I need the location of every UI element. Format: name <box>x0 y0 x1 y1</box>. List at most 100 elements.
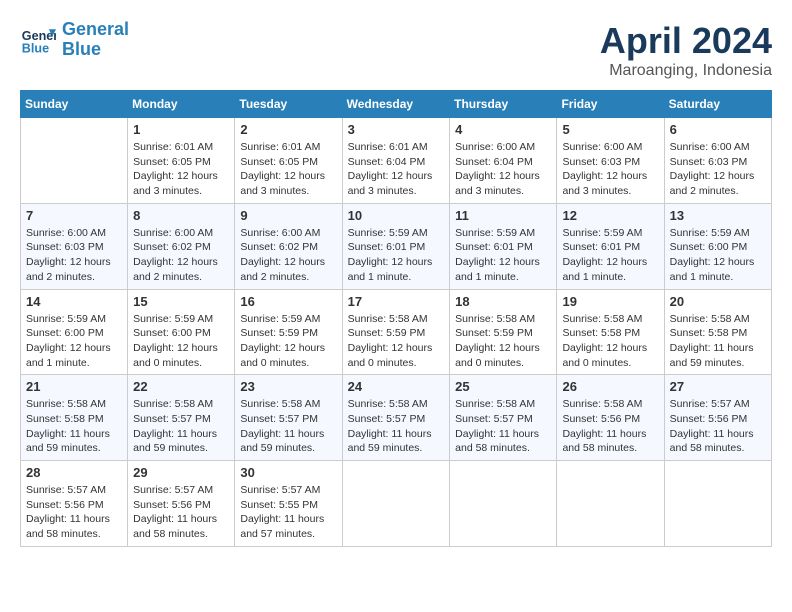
day-info: Sunrise: 5:59 AM Sunset: 6:01 PM Dayligh… <box>348 226 445 285</box>
title-area: April 2024 Maroanging, Indonesia <box>600 20 772 80</box>
day-info: Sunrise: 5:57 AM Sunset: 5:56 PM Dayligh… <box>133 483 229 542</box>
day-info: Sunrise: 5:58 AM Sunset: 5:57 PM Dayligh… <box>348 397 445 456</box>
calendar-cell: 27 Sunrise: 5:57 AM Sunset: 5:56 PM Dayl… <box>664 375 771 461</box>
day-info: Sunrise: 5:58 AM Sunset: 5:59 PM Dayligh… <box>455 312 551 371</box>
day-info: Sunrise: 6:00 AM Sunset: 6:03 PM Dayligh… <box>26 226 122 285</box>
day-number: 20 <box>670 294 766 309</box>
day-number: 23 <box>240 379 336 394</box>
day-number: 14 <box>26 294 122 309</box>
day-number: 9 <box>240 208 336 223</box>
calendar-cell: 9 Sunrise: 6:00 AM Sunset: 6:02 PM Dayli… <box>235 203 342 289</box>
day-info: Sunrise: 6:00 AM Sunset: 6:02 PM Dayligh… <box>240 226 336 285</box>
day-info: Sunrise: 5:58 AM Sunset: 5:56 PM Dayligh… <box>562 397 658 456</box>
logo-icon: General Blue <box>20 22 56 58</box>
week-row-3: 14 Sunrise: 5:59 AM Sunset: 6:00 PM Dayl… <box>21 289 772 375</box>
weekday-header-row: SundayMondayTuesdayWednesdayThursdayFrid… <box>21 91 772 118</box>
day-info: Sunrise: 6:00 AM Sunset: 6:03 PM Dayligh… <box>562 140 658 199</box>
day-number: 15 <box>133 294 229 309</box>
calendar-cell: 5 Sunrise: 6:00 AM Sunset: 6:03 PM Dayli… <box>557 118 664 204</box>
calendar-cell: 16 Sunrise: 5:59 AM Sunset: 5:59 PM Dayl… <box>235 289 342 375</box>
weekday-header-thursday: Thursday <box>450 91 557 118</box>
calendar-cell: 26 Sunrise: 5:58 AM Sunset: 5:56 PM Dayl… <box>557 375 664 461</box>
calendar-cell: 24 Sunrise: 5:58 AM Sunset: 5:57 PM Dayl… <box>342 375 450 461</box>
day-number: 19 <box>562 294 658 309</box>
day-number: 4 <box>455 122 551 137</box>
day-number: 2 <box>240 122 336 137</box>
calendar-cell: 17 Sunrise: 5:58 AM Sunset: 5:59 PM Dayl… <box>342 289 450 375</box>
day-info: Sunrise: 5:58 AM Sunset: 5:58 PM Dayligh… <box>670 312 766 371</box>
week-row-4: 21 Sunrise: 5:58 AM Sunset: 5:58 PM Dayl… <box>21 375 772 461</box>
calendar-cell <box>557 461 664 547</box>
day-number: 12 <box>562 208 658 223</box>
calendar-cell: 30 Sunrise: 5:57 AM Sunset: 5:55 PM Dayl… <box>235 461 342 547</box>
day-info: Sunrise: 6:01 AM Sunset: 6:05 PM Dayligh… <box>240 140 336 199</box>
day-info: Sunrise: 5:59 AM Sunset: 5:59 PM Dayligh… <box>240 312 336 371</box>
weekday-header-friday: Friday <box>557 91 664 118</box>
day-number: 10 <box>348 208 445 223</box>
logo: General Blue General Blue <box>20 20 129 60</box>
month-title: April 2024 <box>600 20 772 62</box>
day-number: 7 <box>26 208 122 223</box>
day-info: Sunrise: 5:58 AM Sunset: 5:58 PM Dayligh… <box>26 397 122 456</box>
day-number: 18 <box>455 294 551 309</box>
calendar-cell <box>342 461 450 547</box>
calendar-cell: 11 Sunrise: 5:59 AM Sunset: 6:01 PM Dayl… <box>450 203 557 289</box>
day-number: 21 <box>26 379 122 394</box>
weekday-header-tuesday: Tuesday <box>235 91 342 118</box>
day-info: Sunrise: 6:00 AM Sunset: 6:04 PM Dayligh… <box>455 140 551 199</box>
calendar-cell: 22 Sunrise: 5:58 AM Sunset: 5:57 PM Dayl… <box>128 375 235 461</box>
day-info: Sunrise: 5:59 AM Sunset: 6:00 PM Dayligh… <box>670 226 766 285</box>
calendar-cell: 18 Sunrise: 5:58 AM Sunset: 5:59 PM Dayl… <box>450 289 557 375</box>
calendar-body: 1 Sunrise: 6:01 AM Sunset: 6:05 PM Dayli… <box>21 118 772 547</box>
calendar-cell: 2 Sunrise: 6:01 AM Sunset: 6:05 PM Dayli… <box>235 118 342 204</box>
day-number: 8 <box>133 208 229 223</box>
day-number: 29 <box>133 465 229 480</box>
calendar-cell: 19 Sunrise: 5:58 AM Sunset: 5:58 PM Dayl… <box>557 289 664 375</box>
calendar-cell: 23 Sunrise: 5:58 AM Sunset: 5:57 PM Dayl… <box>235 375 342 461</box>
calendar-cell: 6 Sunrise: 6:00 AM Sunset: 6:03 PM Dayli… <box>664 118 771 204</box>
day-number: 6 <box>670 122 766 137</box>
day-info: Sunrise: 5:58 AM Sunset: 5:57 PM Dayligh… <box>133 397 229 456</box>
logo-blue: Blue <box>62 39 101 59</box>
day-info: Sunrise: 5:57 AM Sunset: 5:56 PM Dayligh… <box>670 397 766 456</box>
week-row-1: 1 Sunrise: 6:01 AM Sunset: 6:05 PM Dayli… <box>21 118 772 204</box>
header: General Blue General Blue April 2024 Mar… <box>20 20 772 80</box>
calendar-cell: 4 Sunrise: 6:00 AM Sunset: 6:04 PM Dayli… <box>450 118 557 204</box>
calendar-cell: 20 Sunrise: 5:58 AM Sunset: 5:58 PM Dayl… <box>664 289 771 375</box>
day-number: 24 <box>348 379 445 394</box>
calendar-cell <box>21 118 128 204</box>
calendar-header: SundayMondayTuesdayWednesdayThursdayFrid… <box>21 91 772 118</box>
day-number: 17 <box>348 294 445 309</box>
day-number: 28 <box>26 465 122 480</box>
day-info: Sunrise: 5:59 AM Sunset: 6:00 PM Dayligh… <box>26 312 122 371</box>
calendar-cell: 15 Sunrise: 5:59 AM Sunset: 6:00 PM Dayl… <box>128 289 235 375</box>
day-info: Sunrise: 6:01 AM Sunset: 6:05 PM Dayligh… <box>133 140 229 199</box>
calendar-cell: 13 Sunrise: 5:59 AM Sunset: 6:00 PM Dayl… <box>664 203 771 289</box>
day-info: Sunrise: 6:00 AM Sunset: 6:03 PM Dayligh… <box>670 140 766 199</box>
calendar-cell: 3 Sunrise: 6:01 AM Sunset: 6:04 PM Dayli… <box>342 118 450 204</box>
day-info: Sunrise: 6:01 AM Sunset: 6:04 PM Dayligh… <box>348 140 445 199</box>
day-number: 13 <box>670 208 766 223</box>
logo-general: General <box>62 19 129 39</box>
day-number: 22 <box>133 379 229 394</box>
week-row-2: 7 Sunrise: 6:00 AM Sunset: 6:03 PM Dayli… <box>21 203 772 289</box>
day-number: 30 <box>240 465 336 480</box>
weekday-header-sunday: Sunday <box>21 91 128 118</box>
svg-text:Blue: Blue <box>22 41 49 55</box>
day-info: Sunrise: 5:57 AM Sunset: 5:56 PM Dayligh… <box>26 483 122 542</box>
day-number: 1 <box>133 122 229 137</box>
day-number: 3 <box>348 122 445 137</box>
weekday-header-wednesday: Wednesday <box>342 91 450 118</box>
day-number: 27 <box>670 379 766 394</box>
day-info: Sunrise: 5:59 AM Sunset: 6:01 PM Dayligh… <box>562 226 658 285</box>
day-number: 5 <box>562 122 658 137</box>
day-info: Sunrise: 5:58 AM Sunset: 5:57 PM Dayligh… <box>240 397 336 456</box>
calendar-cell <box>664 461 771 547</box>
calendar-cell: 29 Sunrise: 5:57 AM Sunset: 5:56 PM Dayl… <box>128 461 235 547</box>
day-info: Sunrise: 6:00 AM Sunset: 6:02 PM Dayligh… <box>133 226 229 285</box>
calendar-cell: 1 Sunrise: 6:01 AM Sunset: 6:05 PM Dayli… <box>128 118 235 204</box>
day-number: 25 <box>455 379 551 394</box>
weekday-header-monday: Monday <box>128 91 235 118</box>
logo-text: General Blue <box>62 20 129 60</box>
day-number: 16 <box>240 294 336 309</box>
